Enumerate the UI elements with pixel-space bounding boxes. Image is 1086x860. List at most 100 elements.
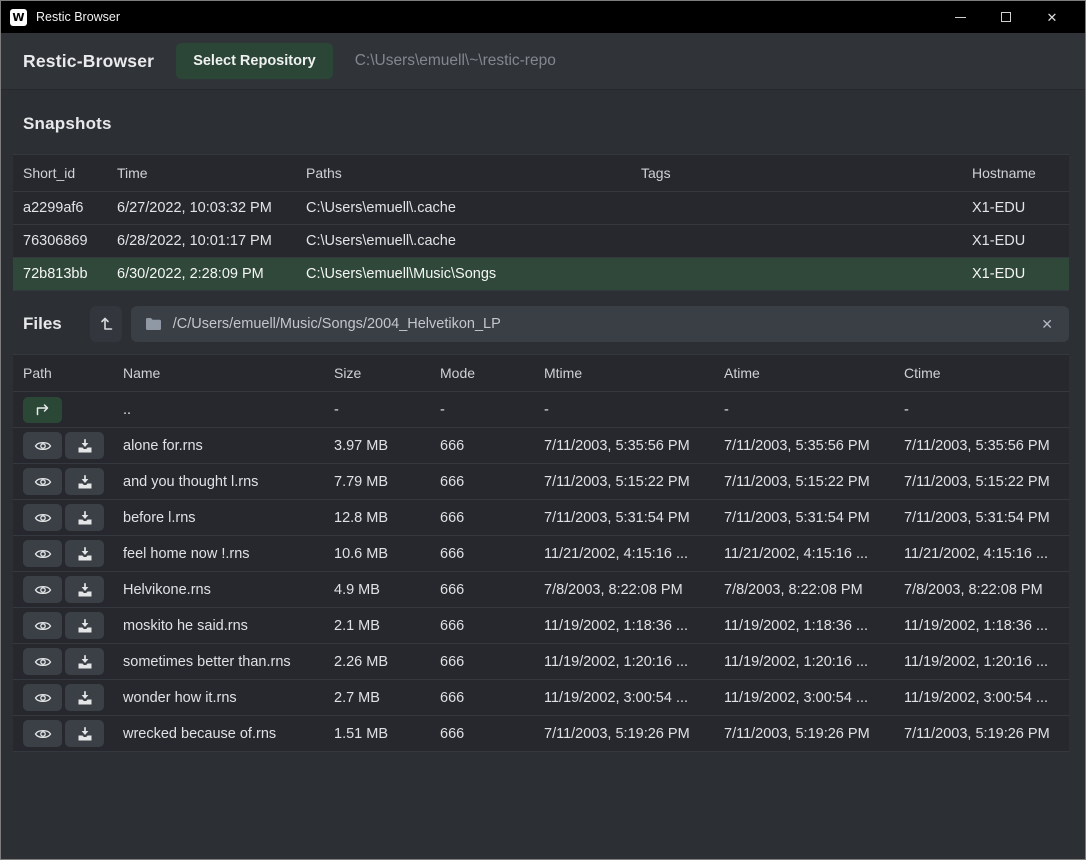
- download-file-button[interactable]: [65, 684, 104, 711]
- column-header-size: Size: [334, 365, 440, 381]
- parent-dir-mtime: -: [544, 402, 724, 418]
- close-button[interactable]: ✕: [1029, 1, 1075, 33]
- eye-icon: [34, 655, 52, 669]
- column-header-name: Name: [123, 365, 334, 381]
- file-ctime: 11/19/2002, 1:18:36 ...: [904, 618, 1069, 634]
- preview-file-button[interactable]: [23, 648, 62, 675]
- tree-view-button[interactable]: [90, 306, 122, 342]
- file-name: wrecked because of.rns: [123, 726, 334, 742]
- preview-file-button[interactable]: [23, 612, 62, 639]
- minimize-button[interactable]: [937, 1, 983, 33]
- file-row: alone for.rns 3.97 MB 666 7/11/2003, 5:3…: [13, 428, 1069, 464]
- download-file-button[interactable]: [65, 576, 104, 603]
- file-row: sometimes better than.rns 2.26 MB 666 11…: [13, 644, 1069, 680]
- file-atime: 11/19/2002, 1:20:16 ...: [724, 654, 904, 670]
- snapshot-hostname: X1-EDU: [972, 266, 1069, 282]
- download-icon: [77, 726, 93, 742]
- eye-icon: [34, 691, 52, 705]
- download-icon: [77, 546, 93, 562]
- files-bar: Files /C/Users/emuell/Music/Songs/2004_H…: [23, 306, 1069, 342]
- file-atime: 7/11/2003, 5:19:26 PM: [724, 726, 904, 742]
- download-file-button[interactable]: [65, 648, 104, 675]
- window-controls: ✕: [937, 1, 1085, 33]
- file-ctime: 11/19/2002, 1:20:16 ...: [904, 654, 1069, 670]
- go-parent-button[interactable]: [23, 397, 62, 423]
- file-mtime: 7/8/2003, 8:22:08 PM: [544, 582, 724, 598]
- file-atime: 11/19/2002, 3:00:54 ...: [724, 690, 904, 706]
- snapshot-row[interactable]: 72b813bb 6/30/2022, 2:28:09 PM C:\Users\…: [13, 258, 1069, 291]
- column-header-paths: Paths: [306, 165, 641, 181]
- preview-file-button[interactable]: [23, 540, 62, 567]
- eye-icon: [34, 727, 52, 741]
- snapshot-time: 6/30/2022, 2:28:09 PM: [117, 266, 306, 282]
- file-row: wonder how it.rns 2.7 MB 666 11/19/2002,…: [13, 680, 1069, 716]
- preview-file-button[interactable]: [23, 432, 62, 459]
- file-mtime: 11/21/2002, 4:15:16 ...: [544, 546, 724, 562]
- snapshot-hostname: X1-EDU: [972, 200, 1069, 216]
- preview-file-button[interactable]: [23, 720, 62, 747]
- file-ctime: 7/11/2003, 5:31:54 PM: [904, 510, 1069, 526]
- file-size: 2.7 MB: [334, 690, 440, 706]
- snapshot-short-id: a2299af6: [23, 200, 117, 216]
- snapshots-table-header: Short_id Time Paths Tags Hostname: [13, 154, 1069, 192]
- file-size: 3.97 MB: [334, 438, 440, 454]
- preview-file-button[interactable]: [23, 504, 62, 531]
- breadcrumb-path: /C/Users/emuell/Music/Songs/2004_Helveti…: [173, 316, 1029, 332]
- parent-dir-atime: -: [724, 402, 904, 418]
- file-mode: 666: [440, 474, 544, 490]
- file-name: before l.rns: [123, 510, 334, 526]
- app-name: Restic-Browser: [23, 51, 154, 72]
- download-file-button[interactable]: [65, 504, 104, 531]
- files-table: Path Name Size Mode Mtime Atime Ctime ..…: [13, 354, 1069, 752]
- titlebar: W Restic Browser ✕: [1, 1, 1085, 33]
- maximize-button[interactable]: [983, 1, 1029, 33]
- eye-icon: [34, 475, 52, 489]
- preview-file-button[interactable]: [23, 468, 62, 495]
- column-header-mtime: Mtime: [544, 365, 724, 381]
- preview-file-button[interactable]: [23, 684, 62, 711]
- eye-icon: [34, 547, 52, 561]
- minimize-icon: [955, 17, 966, 18]
- download-file-button[interactable]: [65, 468, 104, 495]
- snapshot-row[interactable]: 76306869 6/28/2022, 10:01:17 PM C:\Users…: [13, 225, 1069, 258]
- file-size: 2.26 MB: [334, 654, 440, 670]
- eye-icon: [34, 619, 52, 633]
- file-size: 7.79 MB: [334, 474, 440, 490]
- file-mode: 666: [440, 582, 544, 598]
- select-repository-button[interactable]: Select Repository: [176, 43, 333, 79]
- file-mode: 666: [440, 510, 544, 526]
- files-rows: alone for.rns 3.97 MB 666 7/11/2003, 5:3…: [13, 428, 1069, 752]
- clear-path-button[interactable]: ✕: [1039, 315, 1055, 333]
- maximize-icon: [1001, 12, 1011, 22]
- snapshot-paths: C:\Users\emuell\.cache: [306, 200, 641, 216]
- window-title: Restic Browser: [36, 10, 120, 24]
- folder-icon: [145, 317, 162, 331]
- download-file-button[interactable]: [65, 720, 104, 747]
- snapshots-table: Short_id Time Paths Tags Hostname a2299a…: [13, 154, 1069, 291]
- download-file-button[interactable]: [65, 612, 104, 639]
- snapshot-paths: C:\Users\emuell\Music\Songs: [306, 266, 641, 282]
- file-mtime: 11/19/2002, 1:20:16 ...: [544, 654, 724, 670]
- file-size: 4.9 MB: [334, 582, 440, 598]
- file-mode: 666: [440, 438, 544, 454]
- snapshot-hostname: X1-EDU: [972, 233, 1069, 249]
- app-header: Restic-Browser Select Repository C:\User…: [1, 33, 1085, 90]
- path-breadcrumb[interactable]: /C/Users/emuell/Music/Songs/2004_Helveti…: [131, 306, 1069, 342]
- column-header-time: Time: [117, 165, 306, 181]
- snapshot-paths: C:\Users\emuell\.cache: [306, 233, 641, 249]
- column-header-hostname: Hostname: [972, 165, 1069, 181]
- file-ctime: 7/11/2003, 5:19:26 PM: [904, 726, 1069, 742]
- file-name: Helvikone.rns: [123, 582, 334, 598]
- download-icon: [77, 438, 93, 454]
- file-ctime: 7/11/2003, 5:35:56 PM: [904, 438, 1069, 454]
- file-row: feel home now !.rns 10.6 MB 666 11/21/20…: [13, 536, 1069, 572]
- preview-file-button[interactable]: [23, 576, 62, 603]
- level-up-icon: [97, 315, 115, 333]
- snapshot-row[interactable]: a2299af6 6/27/2022, 10:03:32 PM C:\Users…: [13, 192, 1069, 225]
- snapshot-time: 6/28/2022, 10:01:17 PM: [117, 233, 306, 249]
- download-icon: [77, 654, 93, 670]
- download-icon: [77, 690, 93, 706]
- file-row: wrecked because of.rns 1.51 MB 666 7/11/…: [13, 716, 1069, 752]
- download-file-button[interactable]: [65, 540, 104, 567]
- download-file-button[interactable]: [65, 432, 104, 459]
